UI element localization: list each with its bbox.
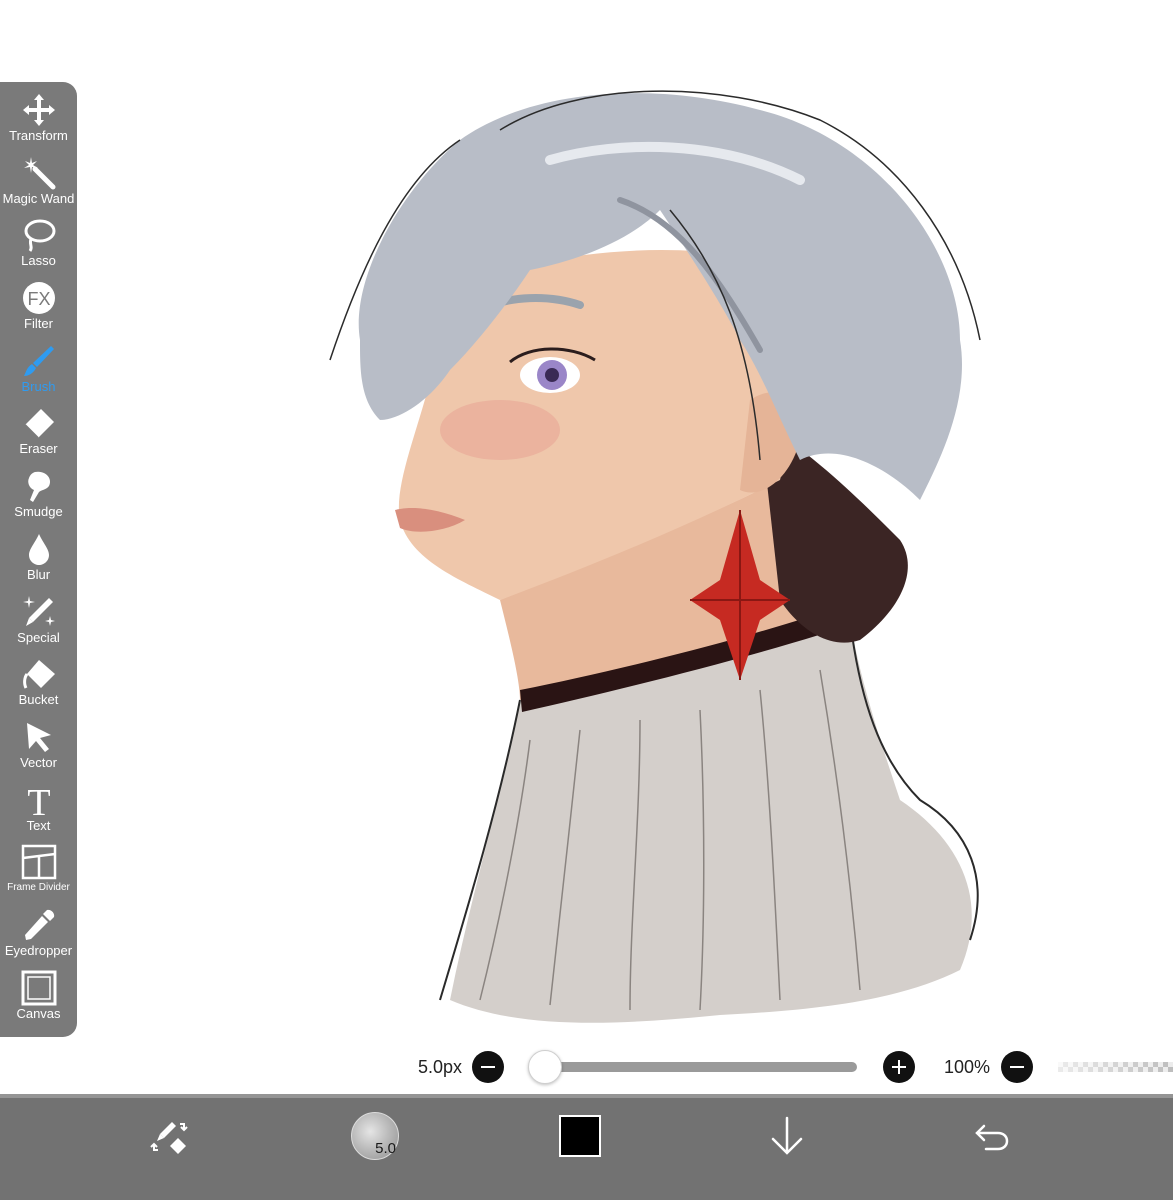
tool-label: Frame Divider — [7, 882, 70, 894]
smudge-finger-icon — [19, 466, 59, 506]
cursor-arrow-icon — [19, 717, 59, 757]
tool-canvas[interactable]: Canvas — [0, 968, 77, 1031]
eraser-icon — [19, 403, 59, 443]
tool-magic-wand[interactable]: Magic Wand — [0, 153, 77, 216]
tool-lasso[interactable]: Lasso — [0, 215, 77, 278]
brush-size-slider-thumb[interactable] — [528, 1050, 562, 1084]
svg-text:T: T — [27, 782, 50, 818]
brush-size-slider-track[interactable] — [545, 1062, 857, 1072]
tool-frame-divider[interactable]: Frame Divider — [0, 842, 77, 905]
frame-divider-icon — [19, 842, 59, 882]
tool-blur[interactable]: Blur — [0, 529, 77, 592]
brush-size-badge: 5.0 — [375, 1140, 396, 1157]
opacity-decrease-button[interactable] — [1001, 1051, 1033, 1083]
eyedropper-icon — [19, 905, 59, 945]
tool-label: Smudge — [14, 504, 63, 520]
tool-palette: Transform Magic Wand Lasso FX Filter Bru… — [0, 82, 77, 1037]
swap-pen-eraser-button[interactable] — [140, 1112, 200, 1160]
brush-preview-icon: 5.0 — [351, 1112, 399, 1160]
canvas-artwork[interactable] — [200, 40, 1040, 1040]
tool-label: Magic Wand — [2, 190, 75, 206]
tool-eraser[interactable]: Eraser — [0, 403, 77, 466]
color-picker-button[interactable] — [550, 1112, 610, 1160]
tool-filter[interactable]: FX Filter — [0, 278, 77, 341]
undo-button[interactable] — [962, 1112, 1022, 1160]
brush-size-value: 5.0px — [418, 1057, 463, 1077]
tool-label: Bucket — [18, 692, 59, 708]
fx-icon: FX — [19, 278, 59, 318]
sparkle-pen-icon — [19, 592, 59, 632]
bottom-toolbar: 5.0 — [0, 1094, 1173, 1200]
move-arrows-icon — [19, 90, 59, 130]
tool-brush[interactable]: Brush — [0, 341, 77, 404]
tool-eyedropper[interactable]: Eyedropper — [0, 905, 77, 968]
download-button[interactable] — [757, 1112, 817, 1160]
magic-wand-icon — [19, 153, 59, 193]
tool-smudge[interactable]: Smudge — [0, 466, 77, 529]
tool-label: Blur — [26, 566, 51, 582]
svg-text:FX: FX — [27, 289, 50, 309]
tool-vector[interactable]: Vector — [0, 717, 77, 780]
color-swatch — [559, 1115, 601, 1157]
size-increase-button[interactable] — [883, 1051, 915, 1083]
tool-label: Vector — [20, 754, 57, 770]
canvas-square-icon — [19, 968, 59, 1008]
swap-pen-eraser-icon — [150, 1122, 188, 1154]
download-arrow-icon — [771, 1116, 803, 1155]
text-t-icon: T — [19, 780, 59, 820]
tool-label: Eyedropper — [4, 942, 73, 958]
tool-label: Canvas — [16, 1005, 61, 1021]
tool-transform[interactable]: Transform — [0, 90, 77, 153]
lasso-icon — [19, 215, 59, 255]
tool-label: Eraser — [19, 441, 58, 457]
brush-settings-button[interactable]: 5.0 — [345, 1112, 405, 1160]
brush-icon — [19, 341, 59, 381]
tool-bucket[interactable]: Bucket — [0, 654, 77, 717]
tool-label: Lasso — [21, 253, 56, 269]
droplet-icon — [19, 529, 59, 569]
app-screen: Transform Magic Wand Lasso FX Filter Bru… — [0, 0, 1173, 1200]
minus-icon — [481, 1066, 495, 1068]
size-decrease-button[interactable] — [472, 1051, 504, 1083]
tool-label: Text — [26, 817, 51, 833]
undo-icon — [975, 1124, 1009, 1151]
paint-bucket-icon — [19, 654, 59, 694]
tool-text[interactable]: T Text — [0, 780, 77, 843]
tool-label: Special — [17, 629, 60, 645]
opacity-value: 100% — [944, 1057, 991, 1077]
tool-label: Brush — [21, 378, 56, 394]
tool-label: Filter — [24, 316, 53, 332]
tool-special[interactable]: Special — [0, 592, 77, 655]
minus-icon — [1010, 1066, 1024, 1068]
tool-label: Transform — [9, 128, 68, 143]
